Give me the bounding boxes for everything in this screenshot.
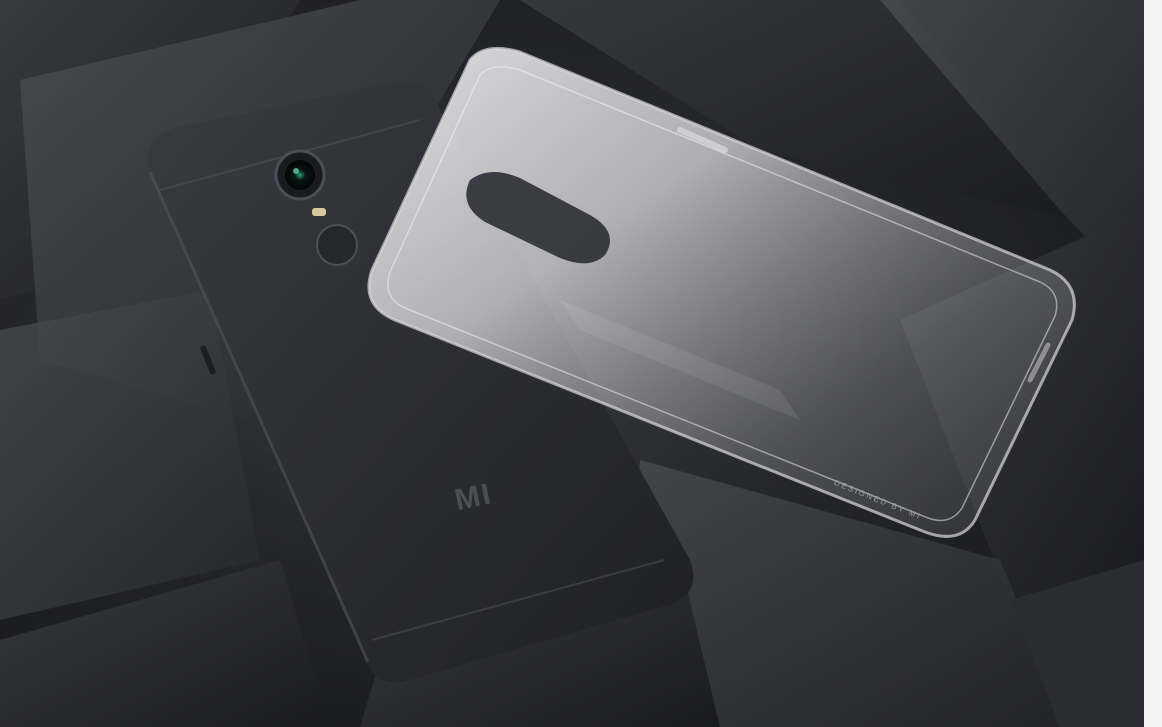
backdrop-tiles bbox=[0, 0, 1144, 727]
right-edge-strip bbox=[1144, 0, 1162, 727]
flash-icon bbox=[312, 208, 326, 216]
fingerprint-sensor-icon bbox=[316, 224, 358, 266]
product-photo: MI DESIGNED BY MI bbox=[0, 0, 1162, 727]
